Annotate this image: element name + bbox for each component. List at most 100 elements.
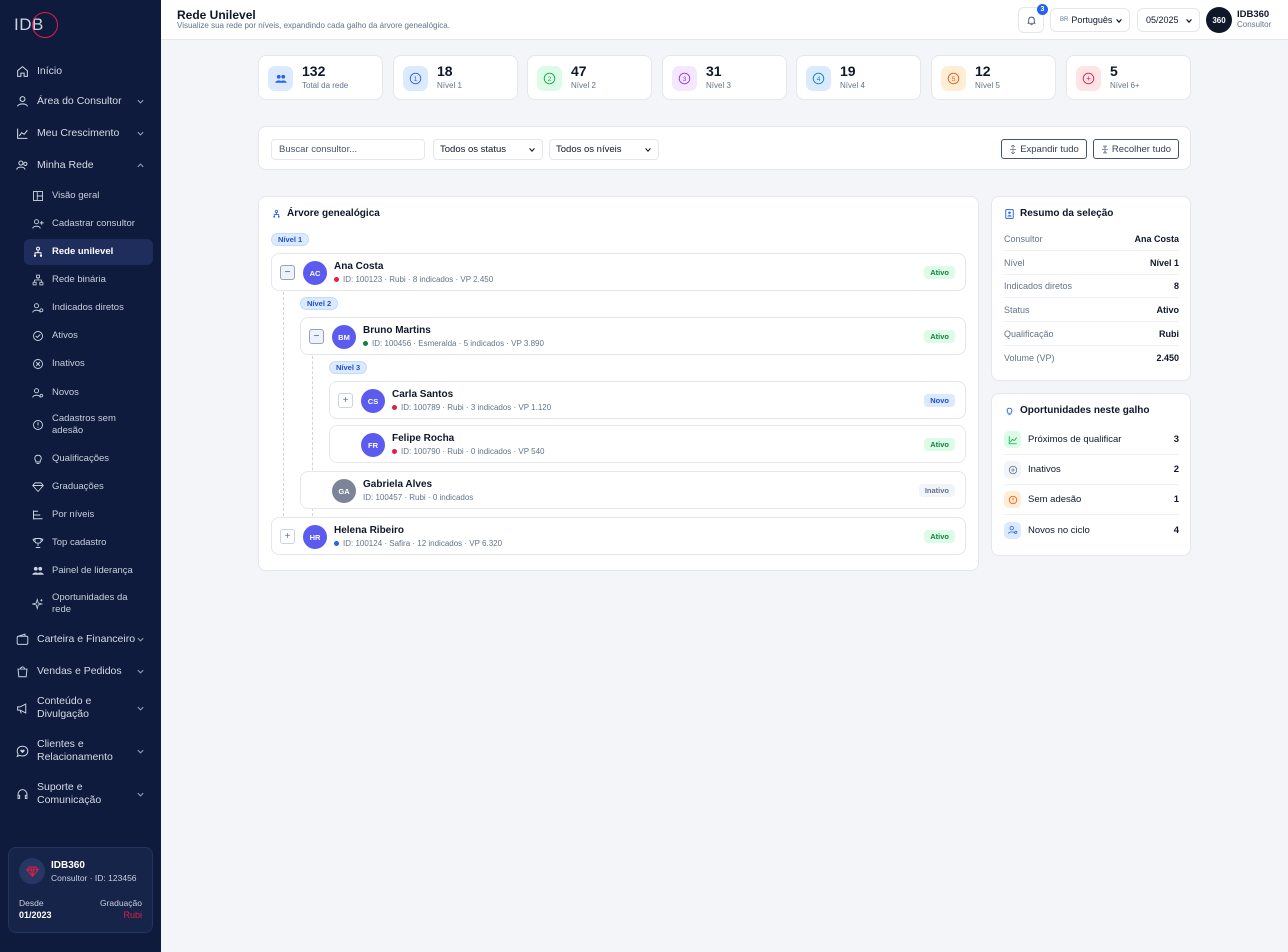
tree-node-felipe-rocha[interactable]: FR Felipe Rocha ID: 100790 · Rubi · 0 in… — [329, 425, 966, 463]
network-icon — [273, 209, 280, 218]
stat-card-nivel-3: 3 31 Nível 3 — [662, 55, 787, 100]
collapse-icon — [1101, 144, 1108, 154]
stat-value: 19 — [840, 63, 856, 79]
level-pill-2: Nível 2 — [300, 297, 339, 310]
sidebar-item-meu-crescimento[interactable]: Meu Crescimento — [8, 126, 153, 140]
status-badge: Inativo — [918, 484, 955, 497]
rank-dot — [334, 541, 339, 546]
level-2-icon: 2 — [537, 66, 562, 91]
profile-name: IDB360 — [51, 860, 85, 871]
megaphone-icon — [17, 702, 27, 714]
opportunity-row[interactable]: Sem adesão 1 — [1004, 485, 1179, 515]
avatar: FR — [361, 433, 385, 457]
page-title: Rede Unilevel — [177, 8, 256, 22]
sidebar-item-visao-geral[interactable]: Visão geral — [24, 189, 153, 202]
sidebar-item-clientes[interactable]: Clientes e Relacionamento — [8, 737, 153, 765]
trophy-icon — [32, 537, 44, 548]
sidebar-item-cadastrar[interactable]: Cadastrar consultor — [24, 217, 153, 230]
sidebar-item-oportunidades[interactable]: Oportunidades da rede — [24, 591, 153, 617]
collapse-toggle[interactable]: − — [280, 265, 295, 280]
top-header: Rede Unilevel Visualize sua rede por nív… — [161, 0, 1288, 40]
tree-title: Árvore genealógica — [272, 208, 380, 219]
bell-icon — [1026, 16, 1036, 25]
opportunity-row[interactable]: Inativos 2 — [1004, 455, 1179, 485]
team-icon — [32, 566, 44, 575]
sidebar-item-inicio[interactable]: Início — [8, 64, 153, 78]
sidebar-item-suporte[interactable]: Suporte e Comunicação — [8, 780, 153, 808]
flag-icon: BR — [1060, 17, 1069, 23]
sidebar-item-graduacoes[interactable]: Graduações — [24, 480, 153, 493]
chevron-down-icon — [137, 706, 144, 711]
collapse-all-button[interactable]: Recolher tudo — [1093, 139, 1179, 159]
sidebar-item-qualificacoes[interactable]: Qualificações — [24, 452, 153, 465]
sidebar-item-rede-unilevel[interactable]: Rede unilevel — [24, 239, 153, 265]
profile-subtitle: Consultor · ID: 123456 — [51, 873, 137, 883]
sidebar-item-sem-adesao[interactable]: Cadastros sem adesão — [24, 412, 153, 438]
sidebar-item-painel-lideranca[interactable]: Painel de liderança — [24, 564, 153, 577]
chevron-down-icon — [1186, 19, 1192, 24]
profile-card[interactable]: IDB360 Consultor · ID: 123456 Desde 01/2… — [8, 847, 153, 933]
levels-filter-select[interactable]: Todos os níveis — [549, 139, 659, 160]
node-name: Bruno Martins — [363, 325, 431, 336]
stat-card-nivel-6: + 5 Nível 6+ — [1066, 55, 1191, 100]
tree-node-carla-santos[interactable]: + CS Carla Santos ID: 100789 · Rubi · 3 … — [329, 381, 966, 419]
expand-toggle[interactable]: + — [338, 393, 353, 408]
sidebar-item-por-niveis[interactable]: Por níveis — [24, 508, 153, 521]
chevron-down-icon — [137, 792, 144, 797]
user-link-icon — [32, 302, 44, 313]
sidebar-item-rede-binaria[interactable]: Rede binária — [24, 273, 153, 286]
period-select[interactable]: 05/2025 — [1137, 8, 1200, 32]
status-badge: Ativo — [924, 330, 955, 343]
sidebar-item-ativos[interactable]: Ativos — [24, 329, 153, 342]
genealogy-tree-panel: Árvore genealógica Nível 1 − AC Ana Cost… — [258, 196, 979, 571]
graduation-value: Rubi — [123, 910, 142, 920]
status-badge: Ativo — [924, 266, 955, 279]
stat-card-nivel-2: 2 47 Nível 2 — [527, 55, 652, 100]
rank-dot — [363, 341, 368, 346]
avatar[interactable]: 360 — [1206, 7, 1232, 33]
level-glyph: + — [1086, 74, 1091, 83]
sidebar-item-conteudo[interactable]: Conteúdo e Divulgação — [8, 694, 153, 722]
tree-node-ana-costa[interactable]: − AC Ana Costa ID: 100123 · Rubi · 8 ind… — [271, 253, 966, 291]
avatar: GA — [332, 479, 356, 503]
opportunity-row[interactable]: Próximos de qualificar 3 — [1004, 425, 1179, 455]
stat-label: Total da rede — [302, 81, 349, 90]
sidebar-item-carteira[interactable]: Carteira e Financeiro — [8, 632, 153, 646]
tree-node-helena-ribeiro[interactable]: + HR Helena Ribeiro ID: 100124 · Safira … — [271, 517, 966, 555]
levels-filter-value: Todos os níveis — [556, 144, 622, 155]
level-3-icon: 3 — [672, 66, 697, 91]
expand-all-button[interactable]: Expandir tudo — [1001, 139, 1087, 159]
tree-node-bruno-martins[interactable]: − BM Bruno Martins ID: 100456 · Esmerald… — [300, 317, 966, 355]
sidebar-item-novos[interactable]: Novos — [24, 386, 153, 399]
language-select[interactable]: BR Português — [1050, 8, 1130, 32]
search-input[interactable] — [271, 139, 425, 160]
summary-title: Resumo da seleção — [1005, 208, 1113, 219]
stat-label: Nível 2 — [571, 81, 596, 90]
sidebar-item-top-cadastro[interactable]: Top cadastro — [24, 536, 153, 549]
sidebar-item-inativos[interactable]: Inativos — [24, 357, 153, 370]
expand-toggle[interactable]: + — [280, 529, 295, 544]
node-meta: ID: 100456 · Esmeralda · 5 indicados · V… — [363, 339, 544, 348]
stat-card-nivel-5: 5 12 Nível 5 — [931, 55, 1056, 100]
pause-circle-icon — [1004, 461, 1021, 478]
sidebar-item-area-consultor[interactable]: Área do Consultor — [8, 94, 153, 108]
node-meta: ID: 100123 · Rubi · 8 indicados · VP 2.4… — [334, 275, 493, 284]
sparkles-icon — [32, 598, 44, 610]
tree-node-gabriela-alves[interactable]: GA Gabriela Alves ID: 100457 · Rubi · 0 … — [300, 471, 966, 509]
sidebar-item-indicados[interactable]: Indicados diretos — [24, 301, 153, 314]
opportunity-row[interactable]: Novos no ciclo 4 — [1004, 515, 1179, 545]
id-card-icon — [1005, 208, 1014, 219]
chevron-down-icon — [137, 99, 144, 104]
sidebar-item-vendas[interactable]: Vendas e Pedidos — [8, 664, 153, 678]
node-meta: ID: 100457 · Rubi · 0 indicados — [363, 493, 474, 502]
summary-row: Qualificação Rubi — [1004, 323, 1179, 346]
status-filter-select[interactable]: Todos os status — [433, 139, 543, 160]
period-value: 05/2025 — [1146, 15, 1179, 25]
collapse-toggle[interactable]: − — [309, 329, 324, 344]
sidebar-item-minha-rede[interactable]: Minha Rede — [8, 158, 153, 172]
trend-up-icon — [1004, 431, 1021, 448]
diamond-icon — [32, 481, 44, 492]
node-name: Ana Costa — [334, 261, 384, 272]
avatar: HR — [303, 525, 327, 549]
logo[interactable]: IDB 360 — [14, 12, 58, 38]
